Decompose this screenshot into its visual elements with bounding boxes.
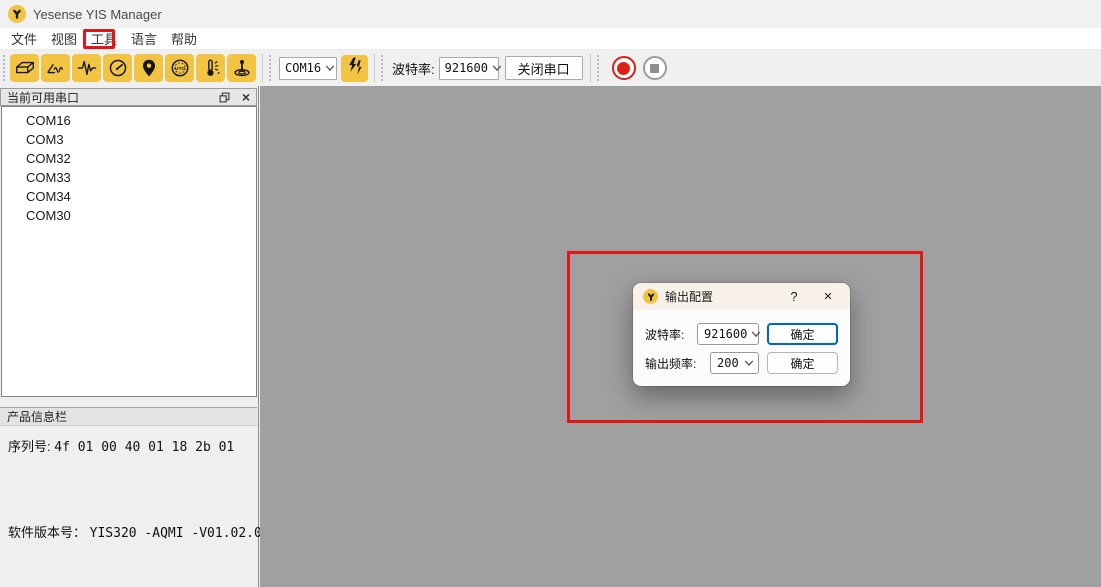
menu-tools[interactable]: 工具: [90, 29, 118, 48]
serial-panel-title: 当前可用串口: [7, 89, 79, 106]
toolbar-drag-handle[interactable]: [381, 55, 385, 81]
toolbar-separator: [262, 54, 263, 82]
list-item-port[interactable]: COM34: [2, 187, 256, 206]
toolbar: UTC COM16 波特率: 921600 关闭串口: [0, 50, 1101, 86]
stop-icon: [650, 64, 659, 73]
list-item-port[interactable]: COM30: [2, 206, 256, 225]
dialog-rate-label: 输出频率:: [645, 355, 696, 372]
menu-help[interactable]: 帮助: [170, 29, 198, 48]
com-port-select[interactable]: COM16: [279, 57, 337, 80]
svg-text:UTC: UTC: [174, 66, 185, 72]
serial-number-label: 序列号:: [8, 439, 51, 454]
dialog-baud-select[interactable]: 921600: [697, 323, 759, 345]
com-port-value: COM16: [285, 61, 321, 75]
toolbar-drag-handle[interactable]: [3, 55, 7, 81]
dialog-help-button[interactable]: ?: [784, 289, 804, 304]
utc-time-button[interactable]: UTC: [165, 54, 194, 82]
product-info-header: 产品信息栏: [0, 407, 257, 426]
float-panel-icon[interactable]: [219, 92, 230, 103]
serial-panel-header: 当前可用串口 ×: [0, 88, 257, 106]
dialog-close-button[interactable]: ×: [818, 288, 838, 305]
attitude-button[interactable]: [227, 54, 256, 82]
baud-rate-select[interactable]: 921600: [439, 57, 499, 80]
serial-number-row: 序列号: 4f 01 00 40 01 18 2b 01: [8, 436, 234, 455]
toolbar-drag-handle[interactable]: [269, 55, 273, 81]
product-info-body: 序列号: 4f 01 00 40 01 18 2b 01 软件版本号： YIS3…: [0, 426, 257, 587]
record-icon: [617, 62, 630, 75]
record-button[interactable]: [612, 56, 636, 80]
lightning-refresh-icon: [345, 56, 365, 81]
dialog-rate-value: 200: [717, 356, 739, 370]
close-panel-icon[interactable]: ×: [242, 90, 250, 104]
toolbar-separator: [590, 54, 591, 82]
menu-file[interactable]: 文件: [10, 29, 38, 48]
output-config-dialog: 输出配置 ? × 波特率: 921600 确定 输出频率: 200 确定: [633, 283, 850, 386]
location-pin-icon: [138, 57, 160, 79]
dialog-title: 输出配置: [665, 288, 713, 305]
chevron-down-icon: [321, 64, 339, 72]
3d-view-button[interactable]: [10, 54, 39, 82]
software-version-value: YIS320 -AQMI -V01.02.03;: [90, 526, 278, 541]
list-item-port[interactable]: COM3: [2, 130, 256, 149]
confirm-baud-button[interactable]: 确定: [767, 323, 838, 345]
chevron-down-icon: [740, 359, 758, 367]
dialog-baud-label: 波特率:: [645, 326, 684, 343]
location-button[interactable]: [134, 54, 163, 82]
software-version-label: 软件版本号：: [8, 525, 86, 540]
yesense-logo-icon: [8, 5, 26, 23]
title-bar: Yesense YIS Manager: [0, 0, 1101, 28]
baud-rate-value: 921600: [445, 61, 488, 75]
confirm-rate-button[interactable]: 确定: [767, 352, 838, 374]
toolbar-separator: [374, 54, 375, 82]
chevron-down-icon: [747, 330, 765, 338]
joystick-icon: [231, 57, 253, 79]
chevron-down-icon: [488, 64, 506, 72]
software-version-row: 软件版本号： YIS320 -AQMI -V01.02.03;: [8, 522, 277, 541]
temperature-button[interactable]: [196, 54, 225, 82]
utc-clock-icon: UTC: [169, 57, 191, 79]
serial-number-value: 4f 01 00 40 01 18 2b 01: [54, 440, 234, 455]
dialog-title-bar: 输出配置 ? ×: [633, 283, 850, 310]
list-item-port[interactable]: COM33: [2, 168, 256, 187]
gauge-button[interactable]: [103, 54, 132, 82]
dialog-rate-select[interactable]: 200: [710, 352, 759, 374]
toolbar-drag-handle[interactable]: [597, 55, 601, 81]
stop-button[interactable]: [643, 56, 667, 80]
refresh-ports-button[interactable]: [341, 55, 368, 82]
angle-wave-icon: [45, 57, 67, 79]
list-item-port[interactable]: COM16: [2, 111, 256, 130]
list-item-port[interactable]: COM32: [2, 149, 256, 168]
window-title: Yesense YIS Manager: [33, 7, 162, 22]
yesense-logo-icon: [643, 289, 658, 304]
menu-view[interactable]: 视图: [50, 29, 78, 48]
3d-box-icon: [14, 57, 36, 79]
serial-port-panel: 当前可用串口 × COM16 COM3 COM32 COM33 COM34 CO…: [0, 86, 259, 587]
menu-bar: 文件 视图 工具 语言 帮助: [0, 28, 1101, 50]
close-serial-port-button[interactable]: 关闭串口: [505, 56, 583, 80]
angle-plot-button[interactable]: [41, 54, 70, 82]
serial-port-list: COM16 COM3 COM32 COM33 COM34 COM30: [1, 106, 257, 397]
waveform-icon: [76, 57, 98, 79]
waveform-plot-button[interactable]: [72, 54, 101, 82]
baud-rate-label: 波特率:: [392, 59, 435, 78]
menu-language[interactable]: 语言: [130, 29, 158, 48]
thermometer-icon: [200, 57, 222, 79]
gauge-icon: [107, 57, 129, 79]
dialog-baud-value: 921600: [704, 327, 747, 341]
